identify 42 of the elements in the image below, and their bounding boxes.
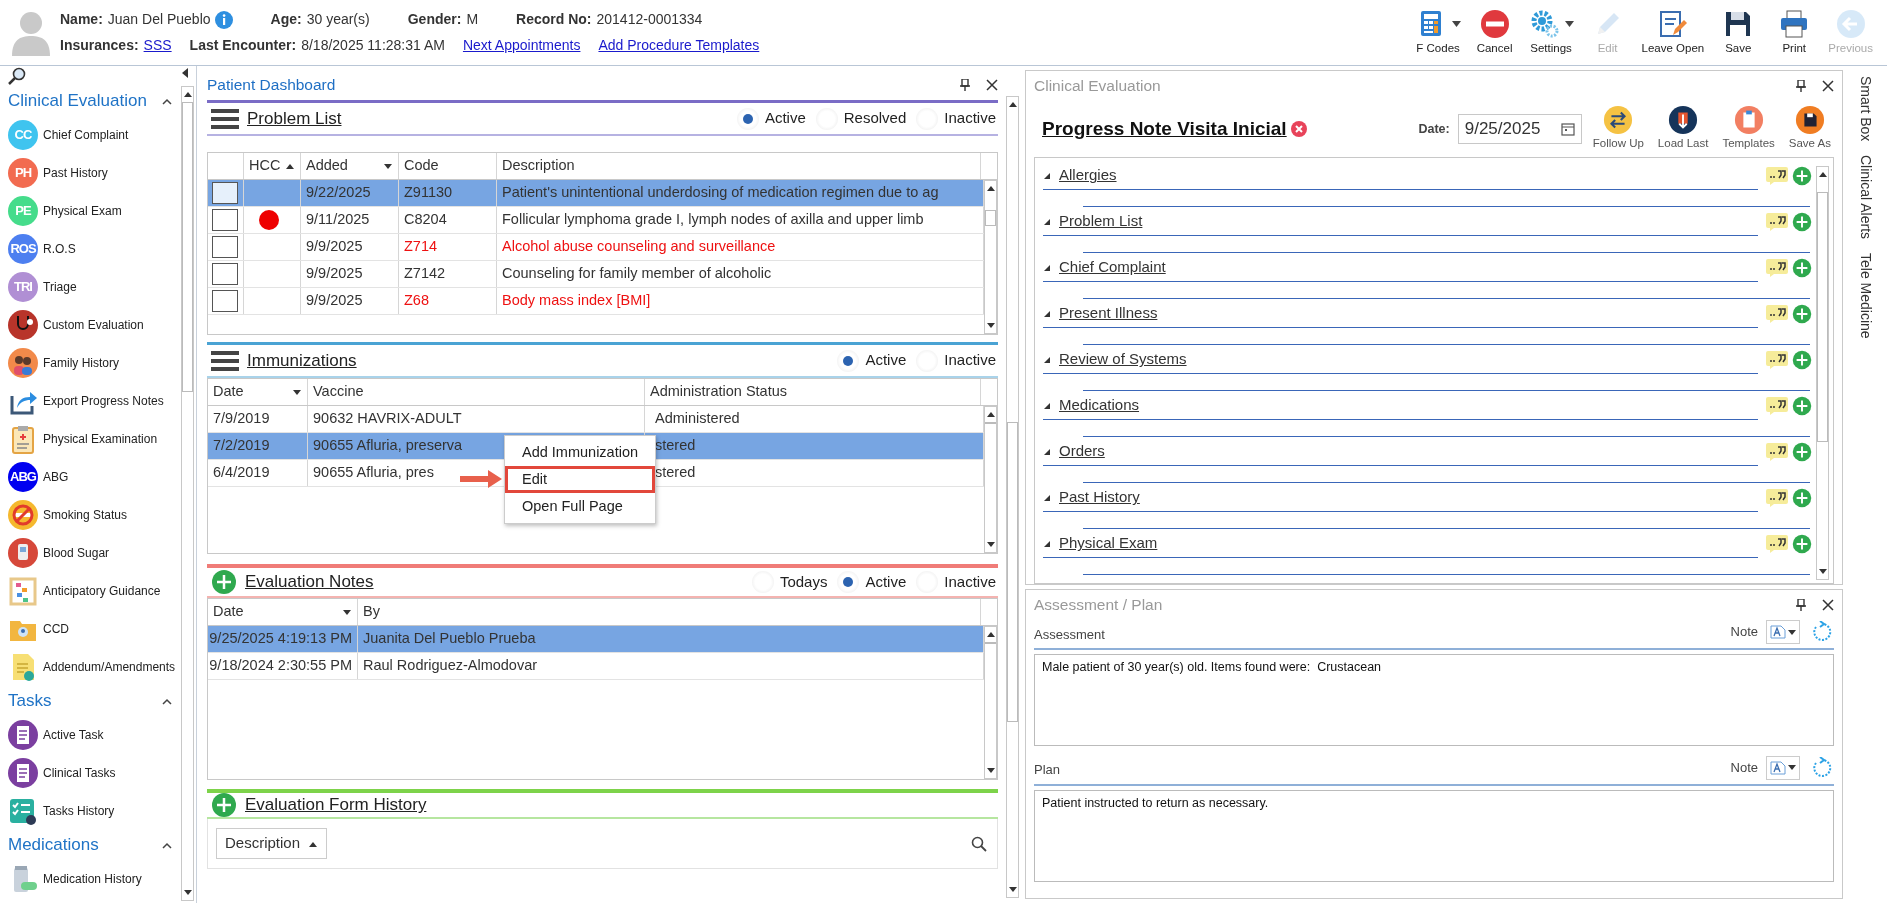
table-cell: 7/9/2019 — [208, 406, 308, 432]
field-label: Plan — [1034, 761, 1061, 779]
field-value: Juan Del Pueblo — [107, 10, 211, 29]
field-label: Gender: — [407, 10, 462, 29]
table-cell: 9/9/2025 — [301, 288, 399, 314]
initials-badge: CC — [8, 120, 38, 150]
field-label: Note — [1730, 758, 1758, 777]
field-value: M — [466, 10, 479, 29]
table-cell: Z68 — [399, 288, 497, 314]
field-label: Last Encounter: — [189, 36, 297, 55]
field-label: Name: — [60, 10, 103, 29]
panel-title: Assessment / Plan — [1034, 595, 1163, 616]
table-cell: Z714 — [399, 234, 497, 260]
initials-badge: PH — [8, 158, 38, 188]
table-cell: 9/9/2025 — [301, 234, 399, 260]
field-value: 8/18/2025 11:28:31 AM — [301, 36, 445, 55]
table-cell: 9/9/2025 — [301, 261, 399, 287]
panel-title: Clinical Evaluation — [1034, 76, 1161, 97]
field-label: Assessment — [1034, 625, 1105, 644]
table-cell: 9/11/2025 — [301, 207, 399, 233]
field-label: Age: — [270, 10, 302, 29]
field-value: 201412-0001334 — [596, 10, 703, 29]
field-label: Note — [1730, 623, 1758, 642]
table-cell: 7/2/2019 — [208, 433, 308, 459]
field-label: Record No: — [516, 10, 592, 29]
table-cell: C8204 — [399, 207, 497, 233]
initials-badge: PE — [8, 196, 38, 226]
initials-badge: ABG — [8, 462, 38, 492]
table-cell: Z91130 — [399, 180, 497, 206]
table-cell: 9/25/2025 4:19:13 PM — [208, 626, 358, 652]
table-cell: 6/4/2019 — [208, 460, 308, 486]
field-label: Date: — [1418, 120, 1450, 138]
initials-badge: TRI — [8, 272, 38, 302]
table-cell: Z7142 — [399, 261, 497, 287]
panel-title: Patient Dashboard — [207, 75, 336, 96]
note-title: Progress Note Visita Inicial — [1042, 116, 1287, 141]
initials-badge: ROS — [8, 234, 38, 264]
field-value: 30 year(s) — [306, 10, 370, 29]
field-label: Insurances: — [60, 36, 139, 55]
table-cell: 9/22/2025 — [301, 180, 399, 206]
table-cell: 9/18/2024 2:30:55 PM — [208, 653, 358, 679]
table-cell: 90632 HAVRIX-ADULT — [308, 406, 645, 432]
